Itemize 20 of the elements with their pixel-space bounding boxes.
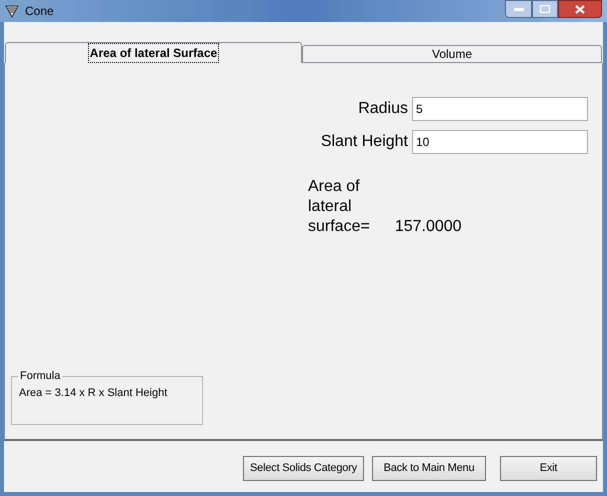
maximize-icon <box>540 5 550 13</box>
push-button[interactable]: Exit <box>500 456 597 481</box>
window-title: Cone <box>25 3 54 20</box>
field-label: Slant Height <box>320 132 409 152</box>
close-button[interactable] <box>558 0 602 18</box>
tab[interactable]: Area of lateral Surface <box>5 42 302 63</box>
input-field[interactable]: 5 <box>412 97 588 121</box>
close-icon <box>575 4 585 14</box>
app-icon <box>5 4 19 18</box>
input-field[interactable]: 10 <box>412 130 588 154</box>
push-button[interactable]: Select Solids Category <box>243 456 364 481</box>
result-value: 157.0000 <box>394 217 462 237</box>
push-button[interactable]: Back to Main Menu <box>372 456 486 481</box>
minimize-icon <box>514 8 524 10</box>
field-label: Radius <box>357 99 409 119</box>
formula-text: Area = 3.14 x R x Slant Height <box>19 386 168 400</box>
minimize-button[interactable] <box>505 0 532 18</box>
maximize-button[interactable] <box>532 0 558 18</box>
result-label: Area of lateral surface= <box>308 177 370 237</box>
tab[interactable]: Volume <box>302 45 602 63</box>
